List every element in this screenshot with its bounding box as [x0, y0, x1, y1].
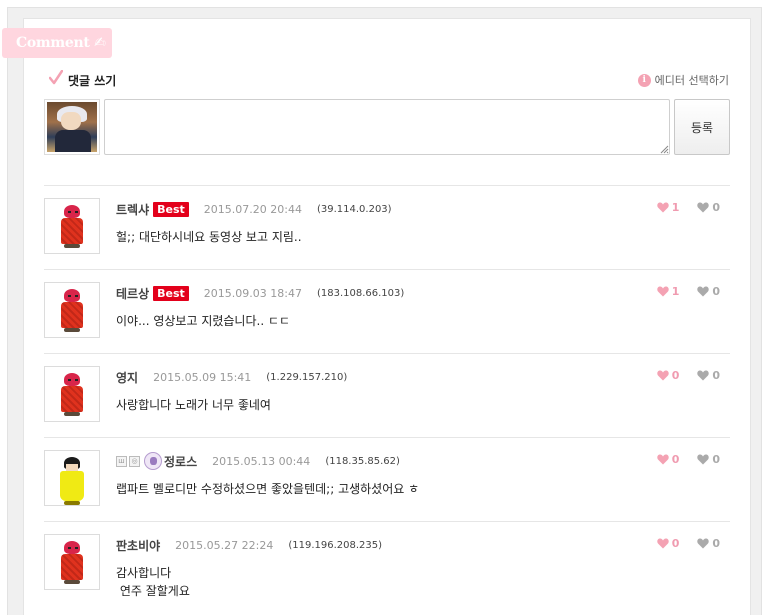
- level-icon: ш: [116, 455, 127, 467]
- dislike-button[interactable]: 0: [697, 201, 720, 214]
- like-count: 0: [671, 537, 680, 550]
- dislike-button[interactable]: 0: [697, 369, 720, 382]
- like-button[interactable]: 0: [656, 537, 680, 550]
- dislike-count: 0: [712, 453, 720, 466]
- comment-date: 2015.05.13 00:44: [212, 454, 311, 468]
- comment-ip: (119.196.208.235): [288, 539, 383, 551]
- vote-group: 0 0: [656, 453, 720, 466]
- avatar: [44, 366, 100, 422]
- comment-item: ш ◎ 정로스 2015.05.13 00:44 (118.35.85.62) …: [44, 437, 730, 521]
- vote-group: 1 0: [656, 201, 720, 214]
- comment-ip: (39.114.0.203): [316, 203, 392, 215]
- like-button[interactable]: 0: [656, 453, 680, 466]
- like-count: 1: [671, 285, 680, 298]
- vote-group: 1 0: [656, 285, 720, 298]
- check-icon: [49, 70, 63, 85]
- heart-icon: [656, 538, 669, 549]
- comment-date: 2015.09.03 18:47: [203, 286, 302, 300]
- editor-select-link[interactable]: i 에디터 선택하기: [637, 72, 729, 88]
- comment-meta: 영지 2015.05.09 15:41 (1.229.157.210): [116, 369, 347, 385]
- pencil-icon: ✍: [94, 35, 106, 51]
- comment-item: 트렉샤 Best 2015.07.20 20:44 (39.114.0.203)…: [44, 185, 730, 269]
- heart-gray-icon: [697, 538, 710, 549]
- editor-select-label: 에디터 선택하기: [654, 74, 729, 87]
- avatar: [44, 534, 100, 590]
- like-button[interactable]: 1: [656, 285, 680, 298]
- like-count: 0: [671, 369, 680, 382]
- heart-icon: [656, 202, 669, 213]
- comment-text: 이야... 영상보고 지렸습니다.. ㄷㄷ: [116, 314, 291, 328]
- heart-icon: [656, 286, 669, 297]
- comment-meta: 트렉샤 Best 2015.07.20 20:44 (39.114.0.203): [116, 201, 392, 217]
- rabbit-badge-icon: [144, 452, 162, 470]
- like-count: 1: [671, 201, 680, 214]
- author-name[interactable]: 판초비야: [116, 537, 160, 554]
- clock-icon: ◎: [129, 455, 140, 467]
- heart-icon: [656, 370, 669, 381]
- like-button[interactable]: 0: [656, 369, 680, 382]
- comment-item: 테르상 Best 2015.09.03 18:47 (183.108.66.10…: [44, 269, 730, 353]
- my-avatar-image: [47, 102, 97, 152]
- write-header: 댓글 쓰기 i 에디터 선택하기: [49, 70, 731, 91]
- like-button[interactable]: 1: [656, 201, 680, 214]
- heart-gray-icon: [697, 454, 710, 465]
- like-count: 0: [671, 453, 680, 466]
- comment-item: 영지 2015.05.09 15:41 (1.229.157.210) 사랑합니…: [44, 353, 730, 437]
- heart-icon: [656, 454, 669, 465]
- comment-ip: (118.35.85.62): [325, 455, 400, 467]
- dislike-count: 0: [712, 201, 720, 214]
- resize-grip-icon[interactable]: [659, 144, 669, 154]
- comment-text: 헐;; 대단하시네요 동영상 보고 지림..: [116, 230, 302, 244]
- best-badge: Best: [153, 201, 189, 217]
- heart-gray-icon: [697, 286, 710, 297]
- vote-group: 0 0: [656, 369, 720, 382]
- comment-text: 감사합니다 연주 잘할게요: [116, 566, 190, 598]
- comment-date: 2015.05.09 15:41: [153, 370, 252, 384]
- avatar: [44, 198, 100, 254]
- avatar: [44, 450, 100, 506]
- comment-textarea[interactable]: [104, 99, 670, 155]
- dislike-button[interactable]: 0: [697, 285, 720, 298]
- dislike-button[interactable]: 0: [697, 537, 720, 550]
- author-name[interactable]: 영지: [116, 369, 138, 386]
- best-badge: Best: [153, 285, 189, 301]
- avatar: [44, 282, 100, 338]
- comment-section-tag: Comment ✍: [2, 28, 112, 58]
- comment-item: 판초비야 2015.05.27 22:24 (119.196.208.235) …: [44, 521, 730, 615]
- comment-date: 2015.07.20 20:44: [203, 202, 302, 216]
- comment-text: 랩파트 멜로디만 수정하셨으면 좋았을텐데;; 고생하셨어요 ㅎ: [116, 482, 420, 496]
- comment-tag-label: Comment: [16, 35, 90, 51]
- dislike-count: 0: [712, 369, 720, 382]
- comment-date: 2015.05.27 22:24: [175, 538, 274, 552]
- dislike-count: 0: [712, 537, 720, 550]
- vote-group: 0 0: [656, 537, 720, 550]
- author-name[interactable]: 트렉샤: [116, 201, 149, 218]
- author-name[interactable]: 테르상: [116, 285, 149, 302]
- dislike-count: 0: [712, 285, 720, 298]
- dislike-button[interactable]: 0: [697, 453, 720, 466]
- info-icon: i: [637, 73, 651, 87]
- my-avatar: [44, 99, 100, 155]
- comment-ip: (183.108.66.103): [316, 287, 405, 299]
- comment-text: 사랑합니다 노래가 너무 좋네여: [116, 398, 271, 412]
- comment-meta: 테르상 Best 2015.09.03 18:47 (183.108.66.10…: [116, 285, 404, 301]
- comment-meta: 판초비야 2015.05.27 22:24 (119.196.208.235): [116, 537, 382, 553]
- author-name[interactable]: 정로스: [164, 453, 197, 470]
- comment-ip: (1.229.157.210): [266, 371, 348, 383]
- write-comment-title: 댓글 쓰기: [68, 74, 117, 88]
- comment-list: 트렉샤 Best 2015.07.20 20:44 (39.114.0.203)…: [44, 185, 730, 615]
- submit-button[interactable]: 등록: [674, 99, 730, 155]
- comment-meta: ш ◎ 정로스 2015.05.13 00:44 (118.35.85.62): [116, 452, 400, 470]
- heart-gray-icon: [697, 202, 710, 213]
- heart-gray-icon: [697, 370, 710, 381]
